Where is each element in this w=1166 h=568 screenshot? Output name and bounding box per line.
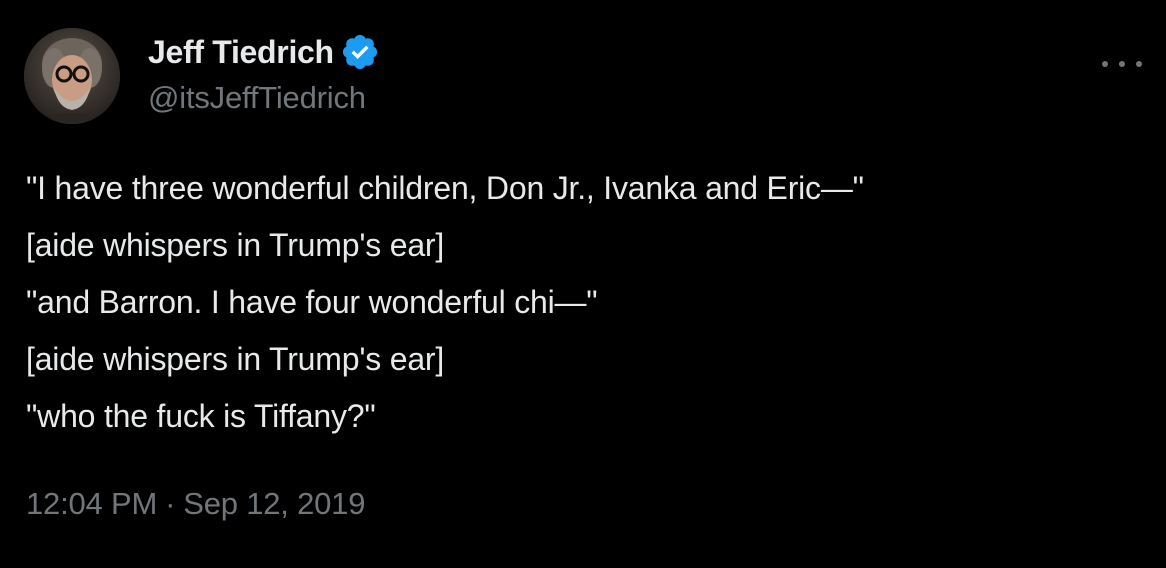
tweet-card: Jeff Tiedrich @itsJeffTiedrich "I have t… [0,0,1166,568]
avatar-image [24,28,120,124]
display-name[interactable]: Jeff Tiedrich [148,34,334,71]
tweet-text: "I have three wonderful children, Don Jr… [26,160,1146,445]
author-handle[interactable]: @itsJeffTiedrich [148,80,366,116]
tweet-line: [aide whispers in Trump's ear] [26,341,445,377]
tweet-date: Sep 12, 2019 [183,486,366,521]
timestamp-separator: · [165,486,176,521]
tweet-time: 12:04 PM [26,486,158,521]
tweet-timestamp[interactable]: 12:04 PM · Sep 12, 2019 [26,486,365,522]
tweet-line: "and Barron. I have four wonderful chi—" [26,284,598,320]
more-options-icon [1102,61,1108,67]
author-name-row: Jeff Tiedrich [148,28,380,76]
verified-badge-icon [342,34,377,70]
avatar[interactable] [24,28,120,124]
more-options-icon-dot [1136,61,1142,67]
tweet-line: [aide whispers in Trump's ear] [26,227,445,263]
more-options-button[interactable] [1102,52,1142,76]
tweet-line: "I have three wonderful children, Don Jr… [26,170,864,206]
more-options-icon-dot [1119,61,1125,67]
tweet-line: "who the fuck is Tiffany?" [26,398,376,434]
